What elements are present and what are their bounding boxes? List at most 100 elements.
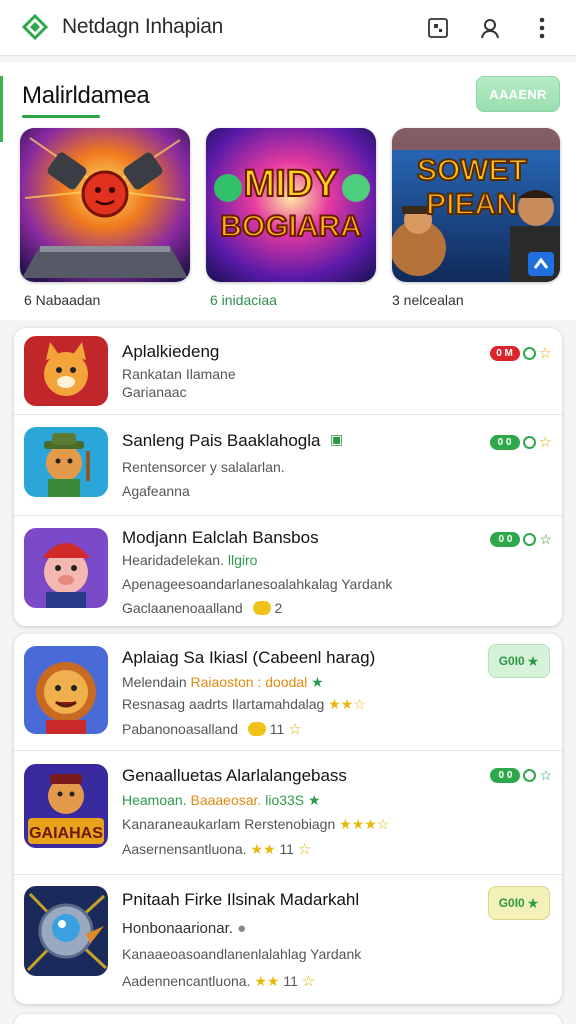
star-green-icon: ★ (526, 652, 540, 669)
featured-art-2-line1: MIDY (244, 163, 339, 205)
app-description-text-2: Rerstenobiagn (244, 816, 336, 832)
app-meta-text: Aadennencantluona. (122, 973, 251, 989)
status-dot-icon (522, 346, 536, 360)
coin-icon (247, 722, 266, 736)
featured-caption-2: 6 inidaciaa (210, 292, 277, 308)
app-subtitle-text: Heamoan. (122, 792, 187, 808)
app-list-group-3 (14, 1014, 562, 1024)
badge-pill: 0 0 (489, 434, 520, 450)
section-action-button[interactable]: AAAENR (476, 76, 560, 112)
list-item[interactable]: GAIAHAS Genaalluetas Alarlalangebass Hea… (14, 752, 562, 874)
featured-art-1 (20, 128, 190, 282)
app-meta: Aadennencantluona. ★★ 11 ☆ (122, 972, 315, 990)
app-title: Netdagn Inhapian (62, 15, 224, 38)
star-green-icon: ☆ (539, 530, 552, 547)
list-item[interactable]: Modjann Ealclah Bansbos Hearidadelekan. … (14, 516, 562, 626)
badge-pill: 0 M (489, 345, 520, 361)
featured-card-2[interactable]: MIDY BOGIARA (206, 128, 376, 282)
app-title: Pnitaah Firke Ilsinak Madarkahl (122, 890, 360, 909)
app-icon-fox (24, 336, 108, 406)
rating-stars-icon: ★★★☆ (339, 816, 390, 832)
account-icon[interactable] (474, 12, 506, 44)
featured-card-3[interactable]: SOWET PIEAN (392, 128, 560, 282)
app-title: Genaalluetas Alarlalangebass (122, 766, 347, 785)
app-subtitle-tag: llgiro (227, 552, 258, 568)
coin-icon (252, 601, 271, 615)
divider (14, 874, 562, 875)
app-subtitle: Rankatan Ilamane (122, 366, 236, 382)
app-description-text: Kanaraneaukarlam (122, 816, 241, 832)
app-icon-pig (24, 528, 108, 608)
svg-text:GAIAHAS: GAIAHAS (29, 825, 103, 842)
featured-caption-3: 3 nelcealan (392, 292, 464, 308)
star-green-icon: ★ (526, 894, 540, 911)
rating-stars-icon: ★★☆ (328, 696, 366, 712)
app-meta-text: Gaclaanenoaalland (122, 600, 243, 616)
list-item[interactable]: Sanleng Pais Baaklahogla ▣ Rentensorcer … (14, 415, 562, 515)
status-badge: 0 0 ☆ (489, 433, 552, 451)
section-accent-bar (0, 76, 3, 142)
list-item[interactable]: Pnitaah Firke Ilsinak Madarkahl Honbonaa… (14, 876, 562, 1002)
app-icon-chicken: GAIAHAS (24, 764, 108, 848)
featured-art-3-line2: PIEAN (426, 188, 518, 221)
app-subtitle: Melendain Raiaoston : doodal ★ (122, 674, 324, 691)
app-title: Aplaiag Sa Ikiasl (Cabeenl harag) (122, 648, 376, 667)
app-count: 11 (269, 721, 285, 737)
section-title: Malirldamea (22, 82, 150, 109)
app-description-text: Resnasag aadrts Ilartamahdalag (122, 696, 325, 712)
app-meta-text: Pabanonoasalland (122, 721, 238, 737)
star-outline-icon: ☆ (297, 841, 312, 858)
featured-card-1[interactable] (20, 128, 190, 282)
status-badge: 0 M ☆ (489, 344, 552, 362)
top-app-bar: Netdagn Inhapian (0, 0, 576, 56)
app-meta: Aasernensantluona. ★★ 11 ☆ (122, 840, 311, 858)
star-outline-icon: ☆ (538, 345, 552, 362)
rating-stars-icon: ★★ (254, 973, 280, 989)
app-subtitle: Rentensorcer y salalarlan. (122, 459, 285, 475)
star-outline-icon: ☆ (301, 973, 316, 990)
badge-pill: 0 0 (490, 767, 521, 783)
status-badge: 0 0 ☆ (490, 766, 552, 784)
list-item[interactable]: Aplaiag Sa Ikiasl (Cabeenl harag) Melend… (14, 634, 562, 748)
app-meta: Agafeanna (122, 483, 190, 499)
app-description: Kanaraneaukarlam Rerstenobiagn ★★★☆ (122, 816, 389, 833)
app-description: Kanaaeoasoandlanenlalahlag Yardank (122, 946, 362, 962)
featured-art-3: SOWET PIEAN (392, 128, 560, 282)
app-subtitle: Honbonaarionar. ● (122, 920, 246, 937)
featured-art-2: MIDY BOGIARA (206, 128, 376, 282)
star-outline-icon: ☆ (288, 721, 302, 738)
divider (14, 750, 562, 751)
featured-art-3-line1: SOWET (417, 154, 527, 187)
status-dot-icon (523, 532, 537, 546)
app-title: Sanleng Pais Baaklahogla (122, 431, 321, 450)
app-list-group-1: Aplalkiedeng Rankatan Ilamane Garianaac … (14, 328, 562, 626)
verified-icon: ▣ (330, 431, 344, 447)
app-logo-icon (21, 13, 49, 41)
award-icon: ★ (311, 674, 324, 690)
status-dot-icon (523, 768, 537, 782)
list-item[interactable]: Aplalkiedeng Rankatan Ilamane Garianaac … (14, 328, 562, 414)
app-description: Apenageesoandarlanesoalahkalag Yardank (122, 576, 393, 592)
qr-scan-icon[interactable] (422, 12, 454, 44)
section-underline (22, 115, 100, 118)
app-meta-text: Aasernensantluona. (122, 841, 247, 857)
status-badge: G0I0 ★ (488, 886, 550, 920)
star-outline-icon: ☆ (538, 434, 552, 451)
star-green-icon: ☆ (539, 766, 552, 783)
status-badge: 0 0 ☆ (490, 530, 552, 548)
app-meta: Garianaac (122, 384, 187, 400)
featured-caption-1: 6 Nabaadan (24, 292, 101, 308)
app-list-group-2: Aplaiag Sa Ikiasl (Cabeenl harag) Melend… (14, 634, 562, 1004)
featured-art-2-line2: BOGIARA (220, 210, 362, 243)
app-subtitle-tag-2: lio33S (265, 792, 305, 808)
award-icon: ★ (308, 792, 321, 808)
app-icon-explorer (24, 427, 108, 497)
app-subtitle-text: Honbonaarionar. (122, 920, 233, 937)
badge-pill: 0 0 (490, 531, 521, 547)
app-meta: Gaclaanenoaalland 2 (122, 600, 282, 616)
app-icon-robot (24, 886, 108, 976)
more-vert-icon[interactable] (526, 12, 558, 44)
app-subtitle-text: Melendain (122, 674, 187, 690)
featured-section: Malirldamea AAAENR 6 Nabaadan MIDY BOGIA… (0, 62, 576, 320)
app-subtitle-tag: Raiaoston : doodal (190, 674, 308, 690)
